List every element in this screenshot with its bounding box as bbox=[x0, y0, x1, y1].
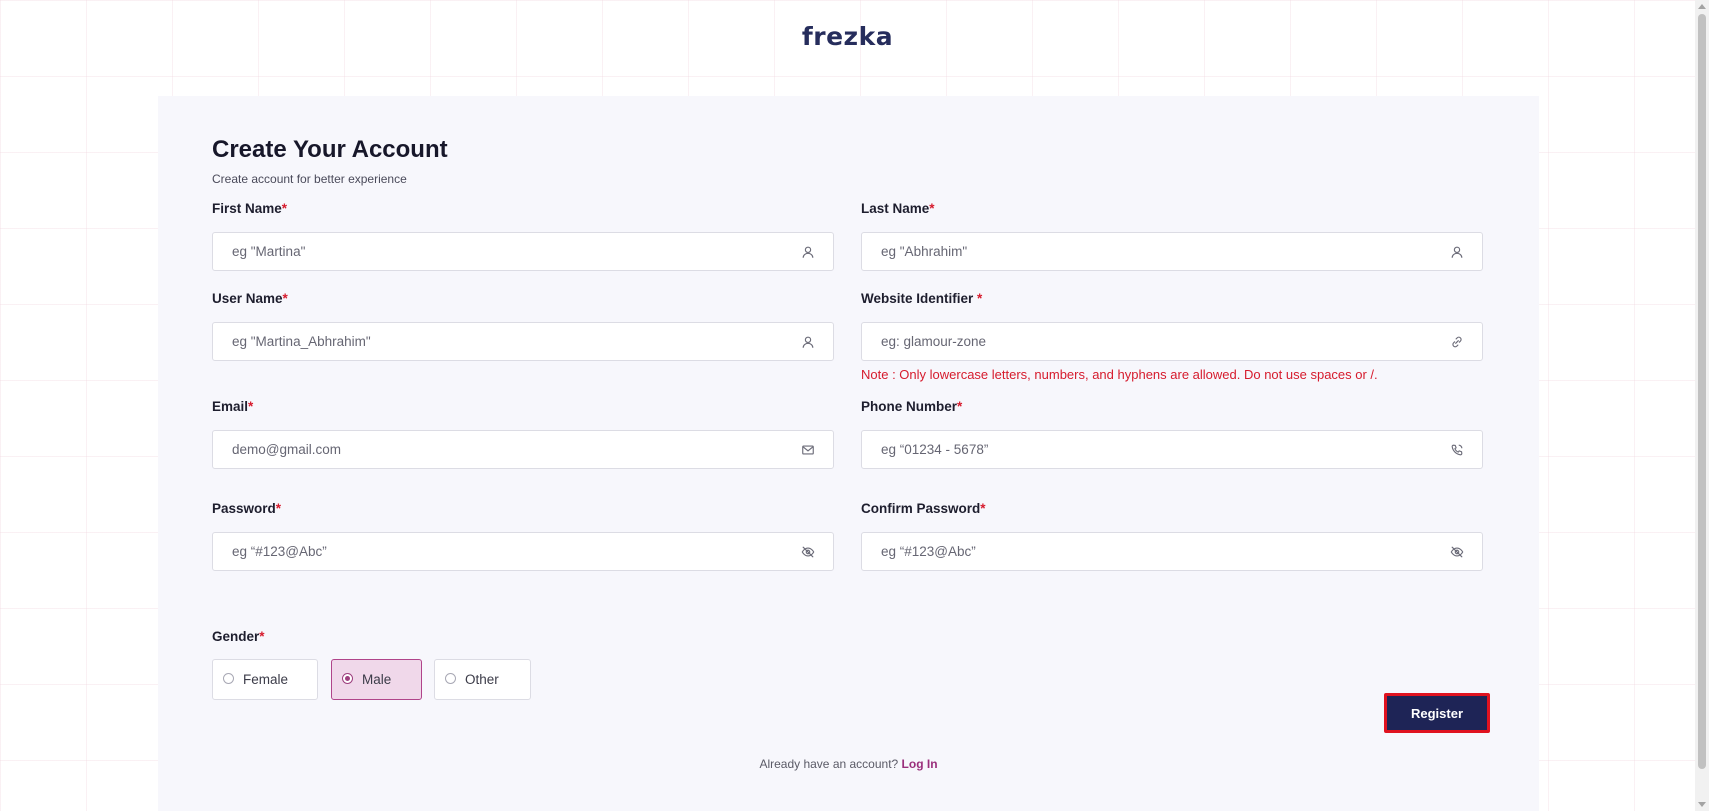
radio-circle-icon bbox=[445, 673, 456, 684]
register-card: Create Your Account Create account for b… bbox=[158, 96, 1539, 811]
gender-option-label: Other bbox=[465, 672, 499, 687]
link-icon bbox=[1450, 335, 1464, 349]
password-input-wrapper bbox=[212, 532, 834, 571]
eye-off-icon[interactable] bbox=[1450, 545, 1464, 559]
confirm-password-label: Confirm Password* bbox=[861, 501, 986, 516]
required-mark: * bbox=[259, 629, 265, 644]
website-identifier-label: Website Identifier * bbox=[861, 291, 983, 306]
gender-option-other[interactable]: Other bbox=[434, 659, 531, 700]
radio-dot-icon bbox=[345, 676, 350, 681]
first-name-field: First Name* bbox=[212, 200, 834, 271]
page-subtitle: Create account for better experience bbox=[212, 172, 407, 186]
user-icon bbox=[1450, 245, 1464, 259]
phone-number-label: Phone Number* bbox=[861, 399, 963, 414]
email-input-wrapper bbox=[212, 430, 834, 469]
page-title: Create Your Account bbox=[212, 136, 448, 163]
login-prompt-line: Already have an account? Log In bbox=[158, 757, 1539, 771]
last-name-field: Last Name* bbox=[861, 200, 1483, 271]
required-mark: * bbox=[929, 201, 935, 216]
confirm-password-field: Confirm Password* bbox=[861, 500, 1483, 571]
phone-number-field: Phone Number* bbox=[861, 398, 1483, 469]
required-mark: * bbox=[275, 501, 282, 516]
last-name-input[interactable] bbox=[862, 233, 1441, 270]
phone-number-input-wrapper bbox=[861, 430, 1483, 469]
required-mark: * bbox=[980, 501, 986, 516]
first-name-input[interactable] bbox=[213, 233, 792, 270]
vertical-scrollbar[interactable] bbox=[1695, 0, 1709, 811]
gender-group: Gender* Female Male Other bbox=[212, 628, 531, 700]
confirm-password-input[interactable] bbox=[862, 533, 1441, 570]
gender-label: Gender* bbox=[212, 629, 265, 644]
register-button-label: Register bbox=[1410, 705, 1464, 721]
last-name-input-wrapper bbox=[861, 232, 1483, 271]
register-button[interactable]: Register bbox=[1384, 693, 1490, 733]
phone-number-input[interactable] bbox=[862, 431, 1441, 468]
password-field: Password* bbox=[212, 500, 834, 571]
scrollbar-thumb[interactable] bbox=[1698, 14, 1706, 769]
gender-option-female[interactable]: Female bbox=[212, 659, 318, 700]
confirm-password-input-wrapper bbox=[861, 532, 1483, 571]
radio-circle-icon bbox=[223, 673, 234, 684]
phone-icon bbox=[1450, 443, 1464, 457]
password-input[interactable] bbox=[213, 533, 792, 570]
gender-option-label: Male bbox=[362, 672, 392, 687]
user-name-label: User Name* bbox=[212, 291, 288, 306]
user-icon bbox=[801, 335, 815, 349]
required-mark: * bbox=[957, 399, 963, 414]
mail-icon bbox=[801, 443, 815, 457]
required-mark: * bbox=[282, 291, 288, 306]
password-label: Password* bbox=[212, 501, 282, 516]
email-label: Email* bbox=[212, 399, 254, 414]
required-mark: * bbox=[248, 399, 254, 414]
eye-off-icon[interactable] bbox=[801, 545, 815, 559]
website-identifier-note: Note : Only lowercase letters, numbers, … bbox=[861, 367, 1378, 382]
brand-logo: frezka bbox=[801, 22, 894, 51]
email-input[interactable] bbox=[213, 431, 792, 468]
user-name-field: User Name* bbox=[212, 290, 834, 361]
scroll-up-arrow-icon[interactable] bbox=[1698, 4, 1706, 9]
gender-options: Female Male Other bbox=[212, 659, 612, 700]
user-name-input[interactable] bbox=[213, 323, 792, 360]
last-name-label: Last Name* bbox=[861, 201, 935, 216]
email-field: Email* bbox=[212, 398, 834, 469]
scroll-down-arrow-icon[interactable] bbox=[1698, 802, 1706, 807]
website-identifier-field: Website Identifier * Note : Only lowerca… bbox=[861, 290, 1483, 382]
gender-option-male[interactable]: Male bbox=[331, 659, 422, 700]
website-identifier-input[interactable] bbox=[862, 323, 1441, 360]
login-link[interactable]: Log In bbox=[902, 757, 938, 771]
required-mark: * bbox=[281, 201, 288, 216]
user-icon bbox=[801, 245, 815, 259]
first-name-input-wrapper bbox=[212, 232, 834, 271]
radio-checked-icon bbox=[342, 673, 353, 684]
login-prompt-text: Already have an account? bbox=[759, 757, 899, 771]
website-identifier-input-wrapper bbox=[861, 322, 1483, 361]
required-mark: * bbox=[977, 291, 983, 306]
first-name-label: First Name* bbox=[212, 201, 288, 216]
user-name-input-wrapper bbox=[212, 322, 834, 361]
gender-option-label: Female bbox=[243, 672, 289, 687]
